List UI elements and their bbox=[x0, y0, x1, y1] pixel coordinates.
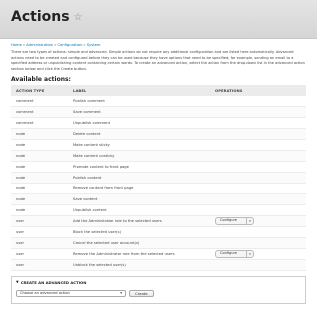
cell-action-type: node bbox=[11, 193, 68, 206]
cell-operations bbox=[210, 259, 306, 271]
cell-label: Make content sticky bbox=[68, 139, 210, 151]
table-row: comment Save comment bbox=[11, 106, 306, 119]
table-row: node Make content sticky bbox=[11, 139, 306, 151]
page-header: Actions ☆ bbox=[0, 0, 317, 39]
advanced-action-select-value: Choose an advanced action bbox=[20, 291, 70, 296]
cell-label: Unpublish content bbox=[68, 204, 210, 217]
column-header-label: Label bbox=[68, 85, 210, 97]
breadcrumb: Home»Administration»Configuration»System bbox=[11, 42, 306, 48]
cell-label: Remove content from front page bbox=[68, 183, 210, 195]
table-row: node Publish content bbox=[11, 172, 306, 184]
cell-label: Publish content bbox=[68, 172, 210, 184]
advanced-action-row: Choose an advanced action ▾ Create bbox=[16, 289, 301, 297]
cell-action-type: comment bbox=[11, 117, 68, 130]
cell-label: Unblock the selected user(s) bbox=[68, 259, 210, 271]
cell-label: Remove the Administrator role from the s… bbox=[68, 248, 210, 260]
cell-label: Promote content to front page bbox=[68, 161, 210, 173]
cell-operations bbox=[210, 193, 306, 206]
cell-action-type: node bbox=[11, 183, 68, 195]
cell-action-type: node bbox=[11, 139, 68, 151]
table-row: comment Publish comment bbox=[11, 96, 306, 108]
cell-action-type: node bbox=[11, 161, 68, 173]
table-row: node Promote content to front page bbox=[11, 161, 306, 173]
configure-dropbutton[interactable]: Configure ▾ bbox=[215, 250, 254, 258]
section-heading: Available actions: bbox=[11, 76, 71, 84]
breadcrumb-separator: » bbox=[22, 43, 26, 47]
breadcrumb-separator: » bbox=[83, 43, 86, 47]
cell-operations bbox=[210, 139, 306, 151]
table-row: user Block the selected user(s) bbox=[11, 226, 306, 238]
configure-button[interactable]: Configure bbox=[216, 251, 246, 257]
cell-action-type: node bbox=[11, 204, 68, 217]
page-title-text: Actions bbox=[11, 9, 70, 25]
cell-operations: Configure ▾ bbox=[210, 248, 306, 260]
page-description: There are two types of actions: simple a… bbox=[11, 50, 305, 71]
star-icon[interactable]: ☆ bbox=[74, 12, 83, 23]
page-title: Actions ☆ bbox=[11, 9, 83, 25]
cell-action-type: node bbox=[11, 128, 68, 140]
cell-operations bbox=[210, 106, 306, 119]
cell-label: Cancel the selected user account(s) bbox=[68, 237, 210, 249]
table-row: user Remove the Administrator role from t… bbox=[11, 248, 306, 260]
cell-operations bbox=[210, 96, 306, 108]
cell-operations: Configure ▾ bbox=[210, 215, 306, 228]
advanced-action-legend[interactable]: ▼ Create an advanced action bbox=[16, 280, 301, 285]
cell-label: Block the selected user(s) bbox=[68, 226, 210, 238]
cell-operations bbox=[210, 172, 306, 184]
cell-action-type: user bbox=[11, 215, 68, 228]
table-row: comment Unpublish comment bbox=[11, 117, 306, 130]
cell-action-type: user bbox=[11, 248, 68, 260]
cell-label: Delete content bbox=[68, 128, 210, 140]
actions-table: Action type Label Operations comment Publ… bbox=[11, 85, 306, 271]
cell-action-type: user bbox=[11, 226, 68, 238]
breadcrumb-system[interactable]: System bbox=[87, 43, 101, 47]
advanced-action-fieldset: ▼ Create an advanced action Choose an ad… bbox=[11, 275, 306, 304]
table-row: user Add the Administrator role to the se… bbox=[11, 215, 306, 228]
cell-operations bbox=[210, 204, 306, 217]
advanced-action-select[interactable]: Choose an advanced action ▾ bbox=[16, 289, 126, 297]
cell-operations bbox=[210, 226, 306, 238]
cell-label: Save content bbox=[68, 193, 210, 206]
breadcrumb-home[interactable]: Home bbox=[11, 43, 22, 47]
cell-operations bbox=[210, 128, 306, 140]
cell-label: Make content unsticky bbox=[68, 150, 210, 162]
table-header-row: Action type Label Operations bbox=[11, 85, 306, 97]
column-header-operations: Operations bbox=[210, 85, 306, 97]
cell-operations bbox=[210, 161, 306, 173]
table-row: node Make content unsticky bbox=[11, 150, 306, 162]
cell-label: Publish comment bbox=[68, 96, 210, 108]
cell-action-type: user bbox=[11, 237, 68, 249]
cell-operations bbox=[210, 117, 306, 130]
select-arrow-icon: ▾ bbox=[120, 291, 122, 296]
configure-dropbutton[interactable]: Configure ▾ bbox=[215, 217, 254, 225]
breadcrumb-administration[interactable]: Administration bbox=[26, 43, 53, 47]
advanced-action-legend-text: Create an advanced action bbox=[20, 279, 87, 285]
breadcrumb-configuration[interactable]: Configuration bbox=[57, 43, 82, 47]
table-row: user Cancel the selected user account(s) bbox=[11, 237, 306, 249]
cell-operations bbox=[210, 150, 306, 162]
table-row: user Unblock the selected user(s) bbox=[11, 259, 306, 271]
column-header-action-type: Action type bbox=[11, 85, 68, 97]
cell-action-type: comment bbox=[11, 96, 68, 108]
table-row: node Remove content from front page bbox=[11, 183, 306, 195]
cell-operations bbox=[210, 183, 306, 195]
configure-button[interactable]: Configure bbox=[216, 218, 246, 224]
cell-operations bbox=[210, 237, 306, 249]
cell-label: Unpublish comment bbox=[68, 117, 210, 130]
cell-action-type: user bbox=[11, 259, 68, 271]
create-button[interactable]: Create bbox=[129, 289, 154, 297]
main-content: Home»Administration»Configuration»System… bbox=[0, 39, 317, 304]
cell-action-type: node bbox=[11, 150, 68, 162]
table-row: node Delete content bbox=[11, 128, 306, 140]
cell-label: Save comment bbox=[68, 106, 210, 119]
table-row: node Unpublish content bbox=[11, 204, 306, 217]
chevron-down-icon[interactable]: ▾ bbox=[245, 218, 253, 224]
cell-action-type: comment bbox=[11, 106, 68, 119]
chevron-down-icon[interactable]: ▾ bbox=[245, 251, 253, 257]
table-row: node Save content bbox=[11, 193, 306, 206]
cell-action-type: node bbox=[11, 172, 68, 184]
cell-label: Add the Administrator role to the select… bbox=[68, 215, 210, 228]
triangle-down-icon: ▼ bbox=[16, 280, 19, 285]
